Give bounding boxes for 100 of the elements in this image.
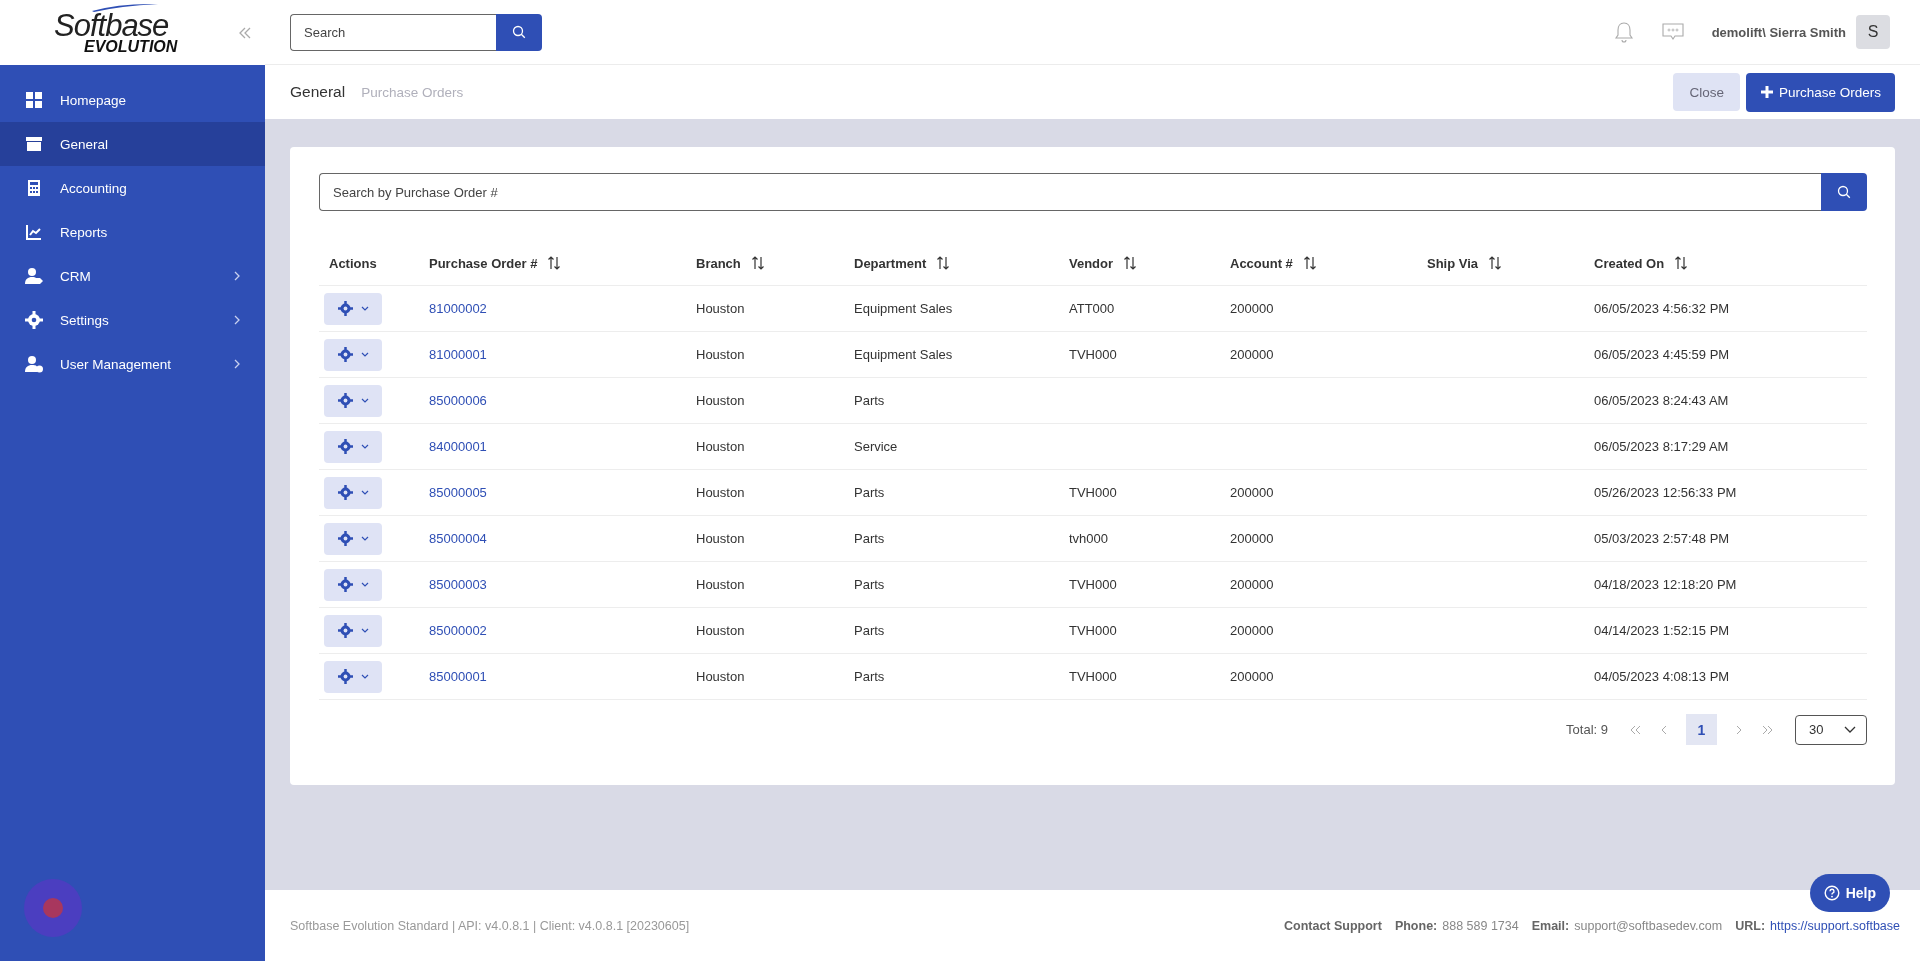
close-button[interactable]: Close [1673, 73, 1740, 111]
search-field[interactable]: Search by Purchase Order # [319, 173, 1821, 211]
contact-label: Email: [1531, 918, 1570, 933]
row-actions-button[interactable] [324, 660, 382, 693]
row-actions-button[interactable] [324, 522, 382, 555]
search-button[interactable] [1821, 173, 1867, 211]
purchase-order-link[interactable]: 84000001 [429, 439, 487, 454]
table-cell: 200000 [1230, 301, 1274, 316]
sidebar-item[interactable]: Homepage [0, 78, 265, 122]
support-link[interactable]: https://support.softbase [1770, 918, 1900, 933]
page-button[interactable]: 1 [1686, 714, 1717, 745]
sort-icon[interactable] [547, 256, 562, 270]
column-header[interactable]: Account # [1230, 255, 1293, 271]
gear-icon [337, 301, 353, 316]
help-icon [1823, 885, 1840, 901]
contact-value: support@softbasedev.com [1574, 918, 1723, 933]
table-cell: Parts [854, 393, 885, 408]
sort-icon[interactable] [1674, 256, 1689, 270]
table-cell: TVH000 [1069, 669, 1117, 684]
gear-icon [25, 311, 43, 329]
chevron-right-icon [233, 359, 241, 369]
table-cell: ATT000 [1069, 301, 1115, 316]
row-actions-button[interactable] [324, 568, 382, 601]
sort-icon[interactable] [936, 256, 951, 270]
table-cell: Houston [696, 577, 745, 592]
column-header[interactable]: Vendor [1069, 255, 1114, 271]
row-actions-button[interactable] [324, 430, 382, 463]
table-cell: 200000 [1230, 669, 1274, 684]
breadcrumb-item: General [290, 83, 346, 101]
column-header[interactable]: Actions [329, 255, 377, 271]
contact-label: Phone: [1394, 918, 1438, 933]
sort-icon[interactable] [1488, 256, 1503, 270]
logo-subtitle: EVOLUTION [84, 39, 178, 55]
logo-name: Softbase [54, 10, 169, 41]
sidebar-item[interactable]: User Management [0, 342, 265, 386]
table-cell: 05/03/2023 2:57:48 PM [1594, 531, 1730, 546]
column-header[interactable]: Purchase Order # [429, 255, 538, 271]
purchase-order-link[interactable]: 81000002 [429, 301, 487, 316]
sort-icon[interactable] [750, 256, 765, 270]
archive-icon [25, 135, 43, 153]
row-actions-button[interactable] [324, 476, 382, 509]
table-cell: 200000 [1230, 347, 1274, 362]
add-purchase-order-button[interactable]: Purchase Orders [1745, 72, 1895, 112]
column-header[interactable]: Ship Via [1427, 255, 1479, 271]
grid-icon [25, 91, 43, 109]
sidebar-item[interactable]: General [0, 122, 265, 166]
search-button[interactable] [496, 13, 542, 51]
table-cell: Equipment Sales [854, 301, 953, 316]
gear-icon [337, 531, 353, 546]
search-icon [512, 25, 526, 39]
purchase-order-link[interactable]: 85000001 [429, 669, 487, 684]
purchase-order-link[interactable]: 85000005 [429, 485, 487, 500]
table-cell: 05/26/2023 12:56:33 PM [1594, 485, 1737, 500]
page-size-select[interactable]: 30 [1795, 714, 1867, 745]
purchase-order-link[interactable]: 81000001 [429, 347, 487, 362]
user-avatar[interactable]: S [1856, 15, 1890, 49]
table-cell: 04/05/2023 4:08:13 PM [1594, 669, 1730, 684]
table-cell: TVH000 [1069, 577, 1117, 592]
gear-icon [337, 623, 353, 638]
table-cell: 06/05/2023 4:45:59 PM [1594, 347, 1730, 362]
purchase-order-link[interactable]: 85000002 [429, 623, 487, 638]
table-cell: 06/05/2023 8:17:29 AM [1594, 439, 1729, 454]
purchase-order-link[interactable]: 85000006 [429, 393, 487, 408]
table-cell: 04/18/2023 12:18:20 PM [1594, 577, 1737, 592]
user-name[interactable]: demolift\ Sierra Smith [1711, 24, 1846, 40]
sort-icon[interactable] [1302, 256, 1317, 270]
table-cell: Parts [854, 531, 885, 546]
caret-icon [360, 489, 369, 496]
row-actions-button[interactable] [324, 614, 382, 647]
column-header[interactable]: Department [854, 255, 927, 271]
column-header[interactable]: Branch [696, 255, 741, 271]
gear-icon [337, 347, 353, 362]
sidebar-item[interactable]: Settings [0, 298, 265, 342]
total-count: Total: 9 [1566, 722, 1608, 737]
search-icon [1837, 185, 1851, 199]
gear-icon [337, 393, 353, 408]
table-cell: 200000 [1230, 623, 1274, 638]
table-cell: tvh000 [1069, 531, 1109, 546]
plus-icon [1759, 85, 1774, 99]
sidebar-item[interactable]: Accounting [0, 166, 265, 210]
sidebar-item[interactable]: CRM [0, 254, 265, 298]
row-actions-button[interactable] [324, 384, 382, 417]
contact-label: Contact Support [1283, 918, 1382, 933]
search-field[interactable]: Search [290, 13, 496, 51]
table-cell: Service [854, 439, 898, 454]
sort-icon[interactable] [1123, 256, 1138, 270]
version-info: Softbase Evolution Standard | API: v4.0.8.1 | Client: v4.0.8.1 [20230605] [290, 918, 690, 933]
gear-icon [337, 485, 353, 500]
caret-icon [360, 351, 369, 358]
caret-icon [360, 443, 369, 450]
row-actions-button[interactable] [324, 338, 382, 371]
gear-icon [337, 577, 353, 592]
help-button[interactable]: Help [1809, 874, 1890, 912]
column-header[interactable]: Created On [1594, 255, 1665, 271]
sidebar-item[interactable]: Reports [0, 210, 265, 254]
gear-icon [337, 439, 353, 454]
row-actions-button[interactable] [324, 292, 382, 325]
purchase-order-link[interactable]: 85000003 [429, 577, 487, 592]
purchase-order-link[interactable]: 85000004 [429, 531, 487, 546]
caret-icon [360, 397, 369, 404]
